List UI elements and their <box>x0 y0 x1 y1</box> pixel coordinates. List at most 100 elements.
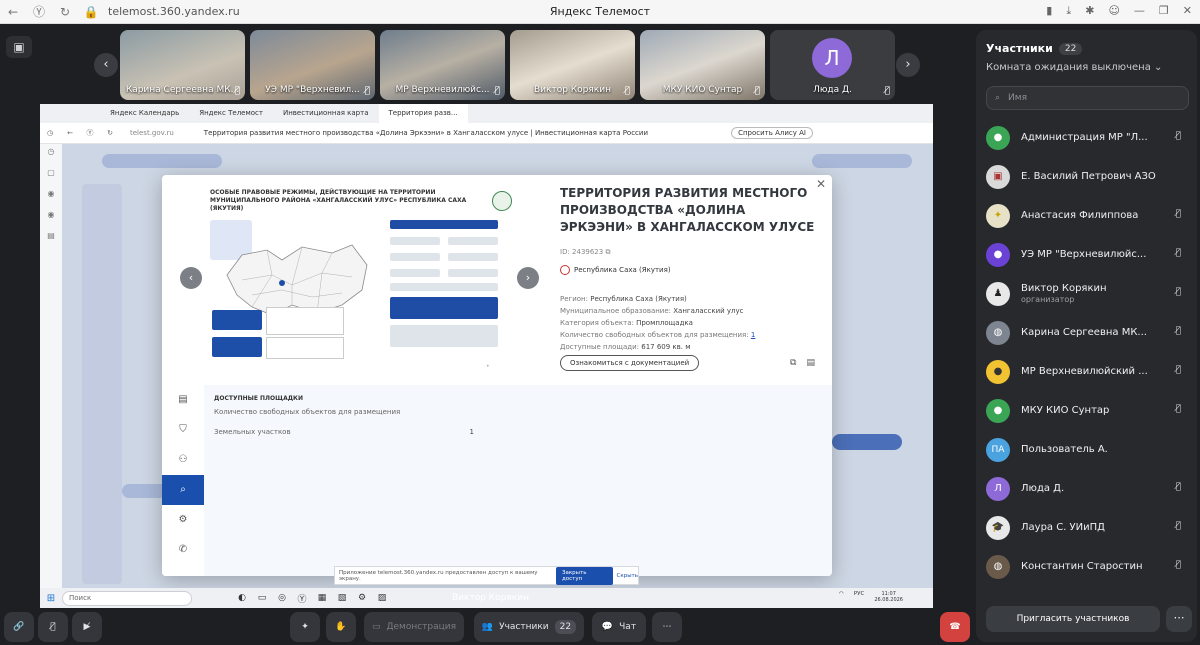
people-icon: ⚇ <box>178 454 188 465</box>
object-heading: ТЕРРИТОРИЯ РАЗВИТИЯ МЕСТНОГО ПРОИЗВОДСТВ… <box>560 186 815 234</box>
section-tabs: ▤ ⛉ ⚇ ⌕ ⚙ ✆ <box>162 385 204 576</box>
next-image-button: › <box>517 267 539 289</box>
mic-off-icon: 🎙̸ <box>1175 482 1181 492</box>
sidebar-toggle-button[interactable]: ▣ <box>6 36 32 58</box>
flow-box <box>390 269 440 277</box>
chrome-icon: ◎ <box>278 593 286 603</box>
shared-address-bar: ◷ ← Ⓨ ↻ telest.gov.ru Территория развити… <box>40 123 933 144</box>
participant-row[interactable]: ● МР Верхневилюйский ... 🎙̸ <box>976 352 1197 391</box>
windows-icon: ⊞ <box>46 592 56 604</box>
participant-row[interactable]: ▣ Е. Василий Петрович АЗО <box>976 157 1197 196</box>
video-tile[interactable]: Л Люда Д. 🎙̸ <box>770 30 895 100</box>
avatar: ● <box>986 398 1010 423</box>
avatar: ◍ <box>986 320 1010 345</box>
microphone-button[interactable]: 🎙̸ <box>38 612 68 642</box>
shared-tab: Яндекс Календарь <box>110 109 180 117</box>
sites-row: Количество свободных объектов для размещ… <box>214 408 401 416</box>
mic-off-icon: 🎙̸ <box>1175 209 1181 219</box>
avatar: ♟ <box>986 281 1010 306</box>
panel-more-button[interactable]: ⋯ <box>1166 606 1192 632</box>
docs-button: Ознакомиться с документацией <box>560 355 700 371</box>
prev-image-button: ‹ <box>180 267 202 289</box>
avatar: 🎓 <box>986 515 1010 540</box>
screen-share-button[interactable]: ▭ Демонстрация <box>364 612 464 642</box>
mic-off-icon: 🎙̸ <box>1175 326 1181 336</box>
video-tile-name: УЭ МР "Верхневил... <box>265 85 360 95</box>
maximize-icon[interactable]: ❐ <box>1159 4 1169 18</box>
participants-button[interactable]: 👥 Участники 22 <box>474 612 584 642</box>
reload-icon[interactable]: ↻ <box>52 5 78 19</box>
participant-row[interactable]: 🎓 Лаура С. УИиПД 🎙̸ <box>976 508 1197 547</box>
section-title: ДОСТУПНЫЕ ПЛОЩАДКИ <box>214 395 303 402</box>
excel-icon: ▧ <box>337 593 347 603</box>
back-icon[interactable]: ← <box>0 5 26 19</box>
yandex-icon[interactable]: Ⓨ <box>26 3 52 20</box>
raise-hand-button[interactable]: ✋ <box>326 612 356 642</box>
flow-box <box>390 283 498 291</box>
shared-page-title: Территория развития местного производств… <box>203 129 648 137</box>
shared-browser-tabs: Яндекс Календарь Яндекс Телемост Инвести… <box>40 104 933 123</box>
participant-search-input[interactable]: ⌕ Имя <box>986 86 1189 110</box>
mic-off-icon: 🎙̸ <box>234 86 240 96</box>
mic-off-icon: 🎙̸ <box>1175 131 1181 141</box>
participant-row[interactable]: ● МКУ КИО Сунтар 🎙̸ <box>976 391 1197 430</box>
yandex-browser-icon: Ⓨ <box>297 594 307 605</box>
info-region: Регион: Республика Саха (Якутия) <box>560 295 687 303</box>
avatar: ✦ <box>986 203 1010 228</box>
search-placeholder: Имя <box>1008 93 1027 103</box>
participant-row[interactable]: ● УЭ МР "Верхневилюйс... 🎙̸ <box>976 235 1197 274</box>
link-button[interactable]: 🔗 <box>4 612 34 642</box>
camera-button[interactable]: ▶̸ <box>72 612 102 642</box>
close-icon[interactable]: ✕ <box>1183 4 1192 18</box>
chevron-down-icon: ⌄ <box>1154 62 1163 73</box>
waiting-room-toggle[interactable]: Комната ожидания выключена ⌄ <box>986 62 1162 73</box>
effects-button[interactable]: ✦ <box>290 612 320 642</box>
prev-videos-button[interactable]: ‹ <box>94 53 118 77</box>
video-tile[interactable]: УЭ МР "Верхневил... 🎙̸ <box>250 30 375 100</box>
active-speaker-label: Виктор Корякин <box>452 593 529 603</box>
search-icon: ⌕ <box>995 93 1001 103</box>
participant-row[interactable]: ♟ Виктор Корякин организатор 🎙̸ <box>976 274 1197 313</box>
invite-participants-button[interactable]: Пригласить участников <box>986 606 1160 632</box>
mic-off-icon: 🎙̸ <box>494 86 500 96</box>
hang-up-button[interactable]: ☎ <box>940 612 970 642</box>
circle-icon: ◉ <box>47 210 55 219</box>
stop-sharing-button: Закрыть доступ <box>555 566 613 585</box>
download-icon[interactable]: ⤓ <box>1066 4 1071 18</box>
avatar: ● <box>986 359 1010 384</box>
video-tile[interactable]: Карина Сергеевна МК... 🎙̸ <box>120 30 245 100</box>
participant-row[interactable]: ◍ Константин Старостин 🎙̸ <box>976 547 1197 586</box>
document-icon: ▤ <box>806 358 815 368</box>
video-tile[interactable]: Виктор Корякин 🎙̸ <box>510 30 635 100</box>
language-indicator: РУС <box>853 591 865 597</box>
hand-icon: ✋ <box>335 622 347 632</box>
minimize-icon[interactable]: — <box>1134 4 1145 18</box>
extensions-icon[interactable]: ✱ <box>1085 4 1094 18</box>
map-title: ОСОБЫЕ ПРАВОВЫЕ РЕЖИМЫ, ДЕЙСТВУЮЩИЕ НА Т… <box>210 189 467 212</box>
tray-icon: ▢ <box>47 168 55 177</box>
video-tile[interactable]: МКУ КИО Сунтар 🎙̸ <box>640 30 765 100</box>
participant-row[interactable]: ● Администрация МР "Л... 🎙̸ <box>976 118 1197 157</box>
next-videos-button[interactable]: › <box>896 53 920 77</box>
circle-icon: ◉ <box>47 189 55 198</box>
info-municipality: Муниципальное образование: Хангаласский … <box>560 307 744 315</box>
participant-row[interactable]: ◍ Карина Сергеевна МК... 🎙̸ <box>976 313 1197 352</box>
app-icon: ▦ <box>317 593 327 603</box>
participant-row[interactable]: ✦ Анастасия Филиппова 🎙̸ <box>976 196 1197 235</box>
word-icon: ▨ <box>377 593 387 603</box>
mic-off-icon: 🎙̸ <box>1175 248 1181 258</box>
copy-icon: ⧉ <box>790 358 797 368</box>
edge-icon: ◐ <box>238 593 246 603</box>
more-button[interactable]: ⋯ <box>652 612 682 642</box>
profile-icon[interactable]: ☺ <box>1108 4 1119 18</box>
chat-button[interactable]: 💬 Чат <box>592 612 646 642</box>
video-tile[interactable]: МР Верхневилюйс... 🎙̸ <box>380 30 505 100</box>
address-bar[interactable]: telemost.360.yandex.ru <box>108 5 240 18</box>
participant-row[interactable]: Л Люда Д. 🎙̸ <box>976 469 1197 508</box>
shared-tab: Инвестиционная карта <box>282 109 369 117</box>
phone-icon: ✆ <box>178 544 188 555</box>
video-tile-name: МКУ КИО Сунтар <box>662 85 743 95</box>
participant-row[interactable]: ПА Пользователь А. <box>976 430 1197 469</box>
save-icon: ▤ <box>47 231 55 240</box>
bookmark-icon[interactable]: ▮ <box>1046 4 1052 18</box>
